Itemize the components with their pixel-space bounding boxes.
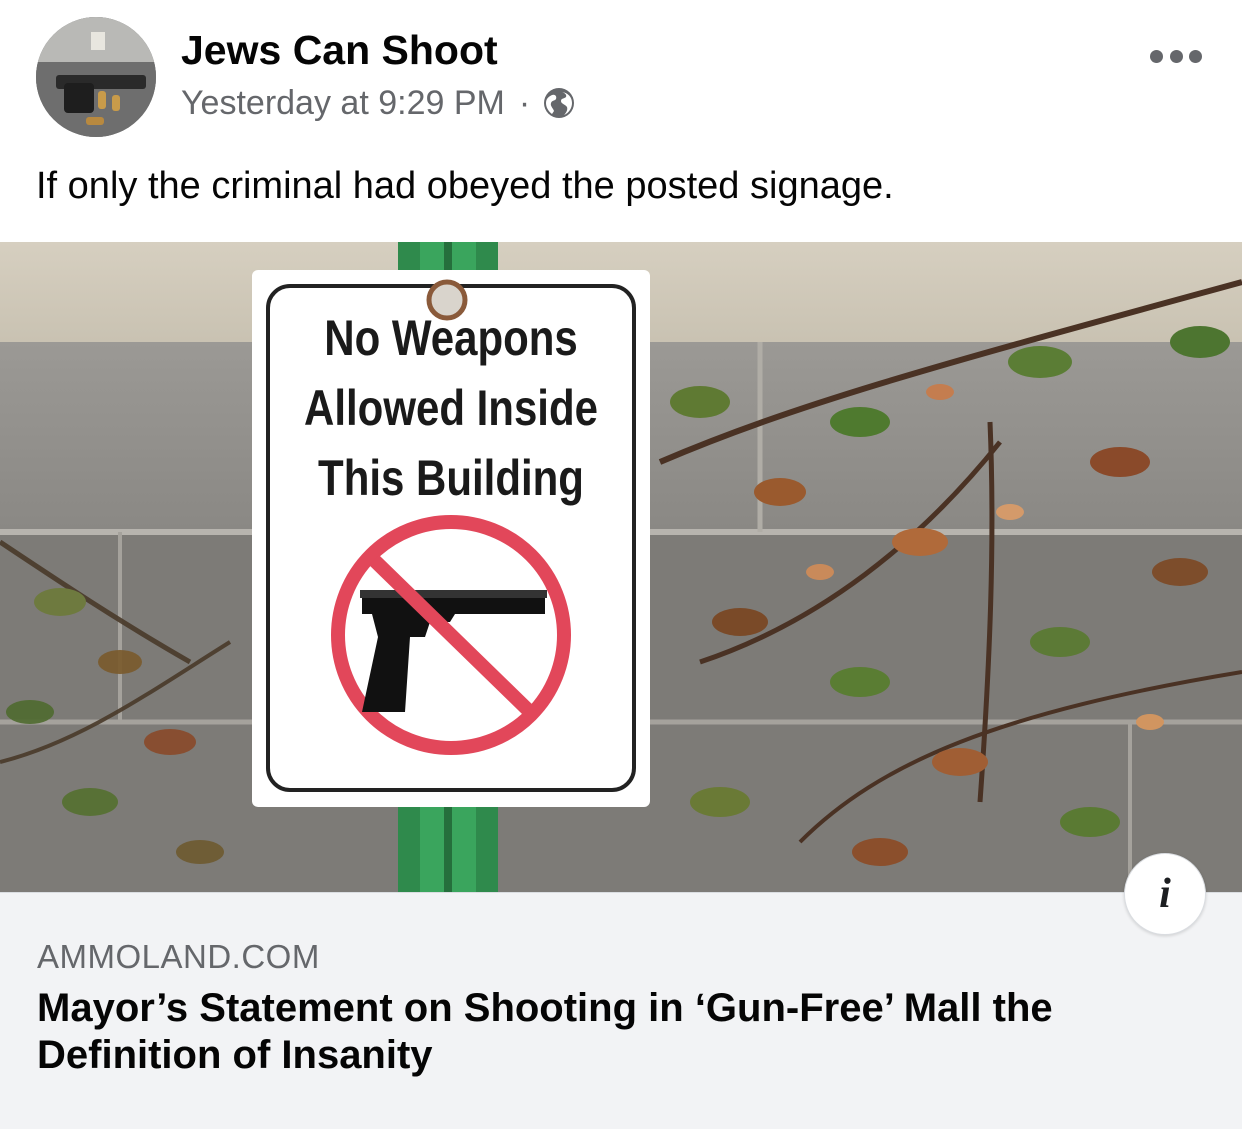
link-domain[interactable]: AMMOLAND.COM (37, 937, 320, 977)
post-meta: Yesterday at 9:29 PM · (181, 82, 576, 124)
sign-line-1: No Weapons (324, 310, 577, 366)
meta-separator: · (518, 84, 531, 122)
link-title[interactable]: Mayor’s Statement on Shooting in ‘Gun-Fr… (37, 985, 1197, 1079)
post-header: Jews Can Shoot Yesterday at 9:29 PM · (0, 0, 1242, 150)
more-dot (1150, 49, 1163, 63)
timestamp[interactable]: Yesterday at 9:29 PM (181, 82, 505, 124)
sign-line-3: This Building (318, 450, 584, 506)
post-image[interactable]: No Weapons Allowed Inside This Building (0, 242, 1242, 892)
author-name[interactable]: Jews Can Shoot (181, 26, 498, 74)
more-horizontal-icon[interactable] (1150, 36, 1202, 76)
avatar[interactable] (36, 17, 156, 137)
globe-icon (542, 86, 576, 120)
info-icon-glyph: i (1159, 871, 1171, 917)
more-dot (1169, 49, 1183, 63)
post-text: If only the criminal had obeyed the post… (36, 165, 894, 207)
sign-line-2: Allowed Inside (304, 380, 598, 436)
more-dot (1189, 49, 1202, 63)
info-icon[interactable]: i (1124, 853, 1206, 935)
